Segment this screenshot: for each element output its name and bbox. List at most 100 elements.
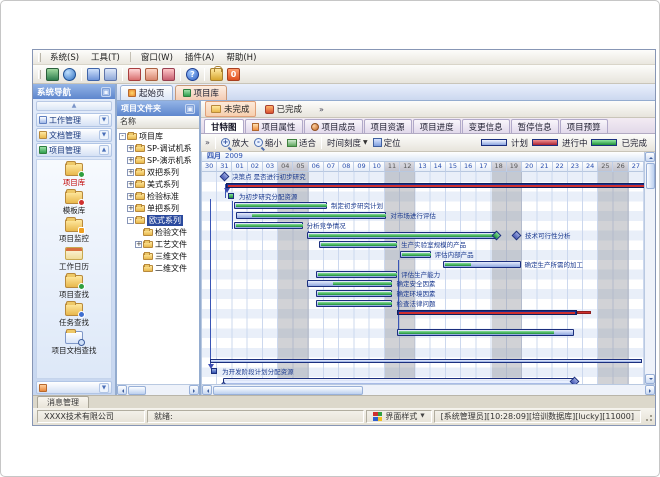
chevron-down-icon[interactable]: ▼ xyxy=(99,115,109,125)
computer-icon[interactable] xyxy=(46,68,59,81)
tab-项目预算[interactable]: 项目预算 xyxy=(560,119,608,133)
tree-node-三维文件[interactable]: 三维文件 xyxy=(117,250,199,262)
scroll-right-icon[interactable] xyxy=(189,385,199,395)
tree-node-SP-调试机系[interactable]: +SP-调试机系 xyxy=(117,142,199,154)
fit-button[interactable]: 适合 xyxy=(287,137,316,149)
ui-style-button[interactable]: 界面样式 ▼ xyxy=(366,410,431,423)
chevron-up-icon[interactable]: ▲ xyxy=(99,145,109,155)
scroll-up-icon[interactable] xyxy=(645,152,655,162)
task-bar[interactable] xyxy=(210,359,643,363)
tab-起始页[interactable]: 起始页 xyxy=(120,85,173,100)
tab-项目成员[interactable]: 项目成员 xyxy=(304,119,363,133)
zoom-out-button[interactable]: -缩小 xyxy=(254,137,282,149)
nav-collapse-button[interactable]: ▲ xyxy=(36,101,112,111)
nav-bottom-section[interactable]: ▼ xyxy=(36,381,112,394)
menu-item-5[interactable]: 帮助(H) xyxy=(220,50,262,64)
expand-icon[interactable]: + xyxy=(127,169,134,176)
tab-项目资源[interactable]: 项目资源 xyxy=(364,119,412,133)
pin-icon[interactable]: ▣ xyxy=(185,104,195,114)
tree-node-检验标准[interactable]: +检验标准 xyxy=(117,190,199,202)
tab-项目进度[interactable]: 项目进度 xyxy=(413,119,461,133)
task-bar[interactable] xyxy=(316,300,392,307)
mail-config-icon[interactable] xyxy=(162,68,175,81)
task-bar[interactable] xyxy=(316,290,392,297)
tree-node-SP-演示机系[interactable]: +SP-演示机系 xyxy=(117,154,199,166)
sidebar-item-模板库[interactable]: 模板库 xyxy=(37,191,111,216)
task-bar[interactable] xyxy=(307,280,392,287)
task-bar[interactable] xyxy=(234,222,303,229)
menu-item-3[interactable]: 窗口(W) xyxy=(135,50,179,64)
tab-message-management[interactable]: 消息管理 xyxy=(37,396,89,408)
lock-icon[interactable] xyxy=(210,68,223,81)
nav-section-文档管理[interactable]: 文档管理▼ xyxy=(36,128,112,142)
scroll-left-icon[interactable] xyxy=(117,385,127,395)
menu-item-1[interactable]: 系统(S) xyxy=(44,50,85,64)
sidebar-item-项目文档查找[interactable]: 项目文档查找 xyxy=(37,331,111,356)
tree-node-项目库[interactable]: -项目库 xyxy=(117,130,199,142)
task-bar[interactable] xyxy=(443,261,521,268)
task-bar[interactable] xyxy=(316,271,397,278)
expand-icon[interactable]: + xyxy=(127,157,134,164)
task-marker[interactable] xyxy=(228,193,234,199)
expand-icon[interactable]: + xyxy=(127,193,134,200)
resize-grip[interactable] xyxy=(643,412,653,422)
locate-button[interactable]: 定位 xyxy=(373,137,401,149)
time-scale-dropdown[interactable]: 时间刻度▼ xyxy=(327,137,368,149)
tree-horizontal-scrollbar[interactable] xyxy=(117,384,199,395)
task-bar[interactable] xyxy=(223,378,574,384)
scroll-left-icon[interactable] xyxy=(202,385,212,395)
tab-项目库[interactable]: 项目库 xyxy=(175,85,228,100)
sidebar-item-任务查找[interactable]: 任务查找 xyxy=(37,303,111,328)
chart-vertical-scrollbar[interactable] xyxy=(644,152,655,384)
collapse-icon[interactable]: - xyxy=(127,217,134,224)
folder-view-icon[interactable] xyxy=(104,68,117,81)
tree-node-二维文件[interactable]: 二维文件 xyxy=(117,262,199,274)
zoom-in-button[interactable]: +放大 xyxy=(221,137,249,149)
summary-bar[interactable] xyxy=(397,310,577,315)
expand-icon[interactable]: + xyxy=(127,181,134,188)
nav-section-工作管理[interactable]: 工作管理▼ xyxy=(36,113,112,127)
collapse-icon[interactable]: - xyxy=(119,133,126,140)
task-bar[interactable] xyxy=(236,212,387,219)
tree-column-header[interactable]: 名称 xyxy=(117,116,199,129)
task-bar[interactable] xyxy=(319,241,397,248)
filter-button-未完成[interactable]: 未完成 xyxy=(205,101,256,117)
sidebar-item-工作日历[interactable]: 工作日历 xyxy=(37,247,111,272)
sidebar-item-项目查找[interactable]: 项目查找 xyxy=(37,275,111,300)
folder-open-icon[interactable] xyxy=(87,68,100,81)
tree-node-单把系列[interactable]: +单把系列 xyxy=(117,202,199,214)
scroll-right-icon[interactable] xyxy=(645,385,655,395)
tree-node-检验文件[interactable]: 检验文件 xyxy=(117,226,199,238)
menu-item-4[interactable]: 插件(A) xyxy=(179,50,220,64)
expand-icon[interactable]: + xyxy=(127,145,134,152)
task-bar[interactable] xyxy=(307,232,496,239)
tab-变更信息[interactable]: 变更信息 xyxy=(462,119,510,133)
tab-项目属性[interactable]: 项目属性 xyxy=(245,119,303,133)
sidebar-item-项目库[interactable]: 项目库 xyxy=(37,163,111,188)
tree-node-美式系列[interactable]: +美式系列 xyxy=(117,178,199,190)
overflow-chevron[interactable]: » xyxy=(319,105,324,114)
task-bar[interactable] xyxy=(400,251,430,258)
chevron-down-icon[interactable]: ▼ xyxy=(99,130,109,140)
power-icon[interactable]: 0 xyxy=(227,68,240,81)
task-bar[interactable] xyxy=(234,202,327,209)
toolbar-overflow-chevron[interactable]: » xyxy=(205,138,210,147)
tree-node-工艺文件[interactable]: +工艺文件 xyxy=(117,238,199,250)
scroll-thumb[interactable] xyxy=(646,163,655,189)
chart-horizontal-scrollbar[interactable] xyxy=(202,384,655,395)
gantt-chart[interactable]: 四月2009 303101020304050607080910111213141… xyxy=(202,152,644,384)
tree-node-欧式系列[interactable]: -欧式系列 xyxy=(117,214,199,226)
tab-暂停信息[interactable]: 暂停信息 xyxy=(511,119,559,133)
milestone-marker[interactable] xyxy=(220,172,230,182)
mail-search-icon[interactable] xyxy=(145,68,158,81)
nav-section-项目管理[interactable]: 项目管理▲ xyxy=(36,143,112,157)
task-bar[interactable] xyxy=(397,329,574,336)
task-marker[interactable] xyxy=(211,368,217,374)
tree-node-双把系列[interactable]: +双把系列 xyxy=(117,166,199,178)
help-icon[interactable]: ? xyxy=(186,68,199,81)
globe-icon[interactable] xyxy=(63,68,76,81)
sidebar-item-项目监控[interactable]: 项目监控 xyxy=(37,219,111,244)
menu-item-2[interactable]: 工具(T) xyxy=(85,50,126,64)
pin-icon[interactable]: ▣ xyxy=(101,87,111,97)
summary-bar[interactable] xyxy=(226,183,644,188)
